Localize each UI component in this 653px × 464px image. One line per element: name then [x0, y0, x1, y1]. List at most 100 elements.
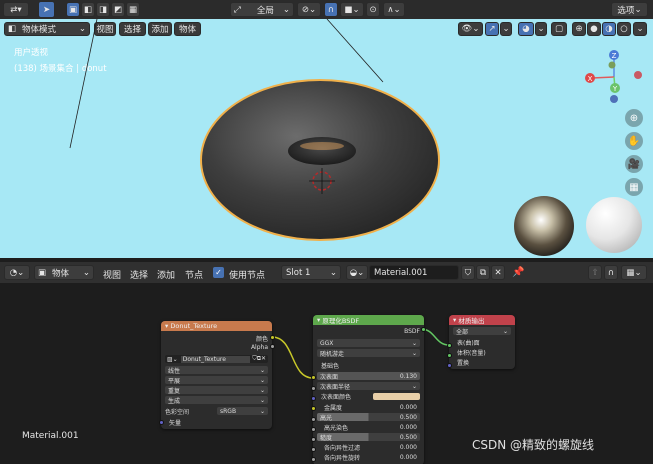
node-menu-add[interactable]: 添加	[157, 268, 175, 281]
image-texture-node-header[interactable]: ▾ Donut_Texture	[161, 321, 272, 331]
orientation-label: 全局	[256, 5, 274, 16]
pivot-point-dropdown[interactable]: ⊘⌄	[297, 2, 321, 17]
metallic-socket[interactable]	[311, 417, 316, 422]
output-node-title: 材质输出	[458, 317, 485, 325]
volume-input-label: 体积(音量)	[457, 349, 486, 357]
image-name-field[interactable]: Donut_Texture	[180, 355, 251, 363]
image-selector[interactable]: ▨⌄ Donut_Texture ⛉⧉✕	[165, 355, 268, 363]
select-mode-subtract-button[interactable]: ◨	[96, 2, 110, 17]
subsurface-method-dropdown[interactable]: 随机游走 ⌄	[317, 349, 420, 358]
options-dropdown[interactable]: 选项 ⌄	[611, 2, 648, 17]
specular-tint-socket[interactable]	[311, 437, 316, 442]
displacement-input-socket[interactable]	[447, 363, 452, 368]
specular-socket[interactable]	[311, 427, 316, 432]
parent-node-tree-icon[interactable]: ⇧	[588, 265, 602, 280]
pin-icon[interactable]: 📌	[512, 267, 524, 278]
chevron-down-icon: ⌄	[411, 349, 417, 357]
material-browse-button[interactable]: ◒⌄	[346, 265, 368, 280]
unlink-material-icon[interactable]: ✕	[491, 265, 505, 280]
metallic-value: 0.000	[399, 403, 417, 411]
displacement-input-row: 置换	[453, 358, 511, 367]
image-texture-node[interactable]: ▾ Donut_Texture 颜色 Alpha ▨⌄ Donut_Textur…	[161, 321, 272, 429]
distribution-dropdown[interactable]: GGX ⌄	[317, 339, 420, 347]
principled-bsdf-node[interactable]: ▾ 原理化BSDF BSDF GGX ⌄ 随机游走 ⌄ 基础色 次表面 0.130 次…	[313, 315, 424, 464]
snap-node-icon[interactable]: ∩	[604, 265, 618, 280]
anisotropic-rotation-value: 0.000	[399, 453, 417, 461]
top-header: ⇄▾ ➤ ▣ ◧ ◨ ◩ ▦ ⤢ 全局 ⌄ ⊘⌄ ∩ ■⌄ ⊙ ∧⌄ 选项 ⌄	[0, 0, 653, 19]
specular-label: 高光	[320, 414, 333, 422]
specular-field[interactable]: 高光 0.500	[317, 413, 420, 422]
select-mode-intersect-button[interactable]: ▦	[126, 2, 140, 17]
specular-tint-field[interactable]: 高光染色 0.000	[317, 423, 420, 432]
texture-color-socket[interactable]	[270, 335, 275, 340]
select-mode-new-button[interactable]: ▣	[66, 2, 80, 17]
material-output-node[interactable]: ▾ 材质输出 全部 ⌄ 表(曲)面 体积(音量) 置换	[449, 315, 515, 369]
select-tool-button[interactable]: ➤	[38, 1, 55, 18]
scene-render	[69, 19, 642, 256]
output-target-dropdown[interactable]: 全部 ⌄	[453, 327, 511, 336]
3d-viewport[interactable]: ◧ 物体模式 ⌄ 视图 选择 添加 物体 👁⌄ ↗ ⌄ ◕ ⌄ ▢ ⊕ ● ◑ …	[0, 19, 653, 258]
select-mode-invert-button[interactable]: ◩	[111, 2, 125, 17]
subsurface-socket[interactable]	[311, 386, 316, 391]
volume-input-socket[interactable]	[447, 353, 452, 358]
surface-input-socket[interactable]	[447, 343, 452, 348]
transform-pivot-button[interactable]: ⇄▾	[3, 2, 29, 17]
extension-dropdown[interactable]: 重复 ⌄	[165, 386, 268, 395]
use-nodes-checkbox[interactable]: ✓	[213, 267, 224, 278]
projection-value: 平展	[168, 377, 181, 385]
texture-alpha-socket[interactable]	[270, 344, 275, 349]
snap-node-dropdown[interactable]: ▦⌄	[621, 265, 647, 280]
image-buttons-icon[interactable]: ⛉⧉✕	[252, 355, 266, 363]
node-menu-select[interactable]: 选择	[130, 268, 148, 281]
roughness-socket[interactable]	[311, 447, 316, 452]
displacement-input-label: 置换	[457, 359, 470, 367]
slot-dropdown[interactable]: Slot 1 ⌄	[281, 265, 341, 280]
metallic-label: 金属度	[324, 404, 343, 412]
editor-type-dropdown[interactable]: ◔⌄	[4, 265, 30, 280]
base-color-socket[interactable]	[311, 375, 316, 380]
subsurface-field[interactable]: 次表面 0.130	[317, 372, 420, 381]
duplicate-material-icon[interactable]: ⧉	[476, 265, 490, 280]
transform-orientation-dropdown[interactable]: ⤢ 全局 ⌄	[230, 2, 294, 17]
snap-toggle-button[interactable]: ∩	[324, 2, 338, 17]
subsurface-radius-dropdown[interactable]: 次表面半径 ⌄	[317, 382, 420, 391]
texture-vector-socket[interactable]	[159, 420, 164, 425]
chevron-down-icon: ⌄	[411, 339, 417, 347]
color-space-dropdown[interactable]: sRGB ⌄	[217, 407, 268, 415]
fake-user-shield-icon[interactable]: ⛉	[461, 265, 475, 280]
subsurface-color-socket[interactable]	[311, 406, 316, 411]
chevron-down-icon: ⌄	[259, 376, 265, 384]
bsdf-output-socket[interactable]	[421, 327, 426, 332]
subsurface-color-swatch[interactable]	[373, 392, 420, 400]
node-menu-view[interactable]: 视图	[103, 268, 121, 281]
interpolation-dropdown[interactable]: 线性 ⌄	[165, 366, 268, 375]
shader-type-dropdown[interactable]: ▣ 物体 ⌄	[34, 265, 94, 280]
anisotropic-field[interactable]: 各向异性过滤 0.000	[317, 443, 420, 452]
projection-dropdown[interactable]: 平展 ⌄	[165, 376, 268, 385]
anisotropic-socket[interactable]	[311, 457, 316, 462]
subsurface-value: 0.130	[399, 372, 417, 380]
node-editor-canvas[interactable]: ▾ Donut_Texture 颜色 Alpha ▨⌄ Donut_Textur…	[0, 283, 653, 464]
slot-label: Slot 1	[286, 267, 311, 278]
image-icon: ▨⌄	[167, 355, 178, 363]
bsdf-output-row: BSDF	[317, 327, 420, 335]
select-mode-extend-button[interactable]: ◧	[81, 2, 95, 17]
output-node-header[interactable]: ▾ 材质输出	[449, 315, 515, 325]
subsurface-radius-socket[interactable]	[311, 396, 316, 401]
subsurface-method-value: 随机游走	[320, 350, 345, 358]
output-color-row: 颜色	[165, 334, 268, 343]
anisotropic-rotation-field[interactable]: 各向异性旋转 0.000	[317, 453, 420, 462]
falloff-dropdown[interactable]: ∧⌄	[383, 2, 405, 17]
bsdf-node-header[interactable]: ▾ 原理化BSDF	[313, 315, 424, 325]
chevron-down-icon: ⌄	[259, 407, 265, 415]
roughness-field[interactable]: 糙度 0.500	[317, 433, 420, 442]
source-dropdown[interactable]: 生成 ⌄	[165, 396, 268, 405]
metallic-field[interactable]: 金属度 0.000	[317, 403, 420, 412]
chevron-down-icon: ⌄	[282, 4, 290, 15]
specular-tint-value: 0.000	[399, 423, 417, 431]
proportional-edit-button[interactable]: ⊙	[366, 2, 380, 17]
material-name-field[interactable]: Material.001	[369, 265, 459, 280]
node-menu-node[interactable]: 节点	[185, 268, 203, 281]
chevron-down-icon: ⌄	[502, 327, 508, 335]
snap-target-dropdown[interactable]: ■⌄	[340, 2, 364, 17]
